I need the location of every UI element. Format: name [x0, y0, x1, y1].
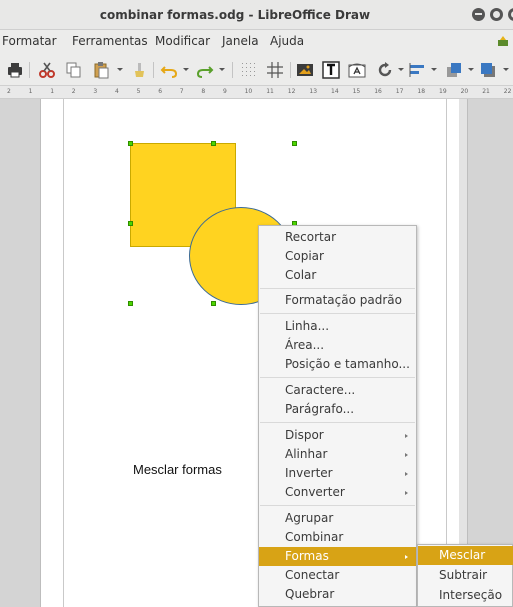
- undo-icon[interactable]: [160, 61, 178, 79]
- ctx-item-inverter-label: Inverter: [285, 466, 333, 480]
- submenu-item-subtrair[interactable]: Subtrair: [418, 566, 513, 585]
- ctx-item-converter-label: Converter: [285, 485, 345, 499]
- ctx-item-recortar[interactable]: Recortar: [259, 228, 416, 247]
- canvas-caption-text[interactable]: Mesclar formas: [133, 462, 222, 477]
- maximize-button[interactable]: [490, 8, 503, 21]
- horizontal-ruler[interactable]: 2 1 1 2 3 4 5 6 7 8 9 10 11 12 13 14 15 16 17 18 19 20 21 22: [0, 86, 513, 99]
- submenu-arrow-icon: [405, 434, 408, 438]
- document-modified-icon[interactable]: [497, 35, 509, 47]
- shadow-icon[interactable]: [479, 61, 497, 79]
- ruler-tick-label: 2: [71, 88, 76, 95]
- ruler-tick-label: 19: [439, 88, 447, 95]
- ctx-item-converter[interactable]: Converter: [259, 483, 416, 502]
- menu-janela[interactable]: Janela: [222, 34, 259, 48]
- ctx-item-agrupar[interactable]: Agrupar: [259, 509, 416, 528]
- ctx-item-dispor[interactable]: Dispor: [259, 426, 416, 445]
- transformations-icon[interactable]: [376, 61, 394, 79]
- ctx-item-formas-label: Formas: [285, 549, 329, 563]
- close-button[interactable]: [508, 8, 513, 21]
- selection-handle-middle-left[interactable]: [128, 221, 133, 226]
- ruler-tick-label: 3: [93, 88, 98, 95]
- ruler-tick-label: 1: [28, 88, 33, 95]
- ruler-tick-label: 13: [309, 88, 318, 95]
- page-edge: [459, 99, 467, 607]
- ruler-tick-label: 5: [136, 88, 141, 95]
- menu-bar: Formatar Ferramentas Modificar Janela Aj…: [0, 30, 513, 54]
- ctx-item-posicao-tamanho[interactable]: Posição e tamanho...: [259, 355, 416, 374]
- ruler-tick-label: 11: [266, 88, 274, 95]
- paste-icon[interactable]: [92, 61, 110, 79]
- helplines-icon[interactable]: [266, 61, 284, 79]
- ruler-tick-label: 20: [460, 88, 469, 95]
- ruler-tick-label: 21: [482, 88, 490, 95]
- minimize-button[interactable]: [472, 8, 485, 21]
- window-title: combinar formas.odg - LibreOffice Draw: [99, 8, 371, 22]
- ruler-tick-label: 22: [503, 88, 512, 95]
- ruler-tick-label: 16: [374, 88, 382, 95]
- image-icon[interactable]: [296, 61, 314, 79]
- ctx-item-combinar[interactable]: Combinar: [259, 528, 416, 547]
- ctx-item-alinhar[interactable]: Alinhar: [259, 445, 416, 464]
- drawing-workspace[interactable]: Mesclar formas: [0, 99, 513, 607]
- selection-handle-top-right[interactable]: [292, 141, 297, 146]
- submenu-arrow-icon: [405, 491, 408, 495]
- selection-handle-top-center[interactable]: [211, 141, 216, 146]
- ctx-item-inverter[interactable]: Inverter: [259, 464, 416, 483]
- selection-handle-top-left[interactable]: [128, 141, 133, 146]
- copy-icon[interactable]: [64, 61, 82, 79]
- fontwork-icon[interactable]: [348, 61, 366, 79]
- ctx-item-dispor-label: Dispor: [285, 428, 324, 442]
- ruler-tick-label: 4: [115, 88, 119, 95]
- clone-formatting-icon[interactable]: [130, 61, 148, 79]
- ruler-tick-label: 15: [352, 88, 361, 95]
- ruler-tick-label: 8: [201, 88, 206, 95]
- ctx-item-paragrafo[interactable]: Parágrafo...: [259, 400, 416, 419]
- ctx-item-copiar[interactable]: Copiar: [259, 247, 416, 266]
- ruler-tick-label: 10: [244, 88, 253, 95]
- ruler-tick-label: 12: [287, 88, 296, 95]
- formas-submenu: Mesclar Subtrair Interseção: [417, 544, 513, 607]
- selection-handle-bottom-left[interactable]: [128, 301, 133, 306]
- submenu-arrow-icon: [405, 453, 408, 457]
- ruler-tick-label: 7: [179, 88, 184, 95]
- ruler-tick-label: 2: [7, 88, 11, 95]
- grid-icon[interactable]: [240, 61, 258, 79]
- cut-icon[interactable]: [38, 61, 56, 79]
- selection-handle-bottom-center[interactable]: [211, 301, 216, 306]
- print-icon[interactable]: [6, 61, 24, 79]
- submenu-arrow-icon: [405, 555, 408, 559]
- redo-icon[interactable]: [196, 61, 214, 79]
- arrange-icon[interactable]: [445, 61, 463, 79]
- menu-modificar[interactable]: Modificar: [155, 34, 210, 48]
- ruler-tick-label: 9: [223, 88, 227, 95]
- ctx-item-quebrar[interactable]: Quebrar: [259, 585, 416, 604]
- submenu-item-mesclar[interactable]: Mesclar: [418, 546, 513, 565]
- ctx-item-colar[interactable]: Colar: [259, 266, 416, 285]
- ruler-tick-label: 18: [417, 88, 426, 95]
- context-menu: Recortar Copiar Colar Formatação padrão …: [258, 225, 417, 607]
- submenu-item-intersecao[interactable]: Interseção: [418, 586, 513, 605]
- menu-ajuda[interactable]: Ajuda: [270, 34, 304, 48]
- ctx-item-alinhar-label: Alinhar: [285, 447, 328, 461]
- ruler-tick-label: 17: [395, 88, 404, 95]
- ctx-item-area[interactable]: Área...: [259, 336, 416, 355]
- menu-ferramentas[interactable]: Ferramentas: [72, 34, 148, 48]
- title-bar: combinar formas.odg - LibreOffice Draw: [0, 0, 513, 30]
- ruler-tick-label: 6: [158, 88, 163, 95]
- ruler-tick-label: 14: [331, 88, 339, 95]
- menu-formatar[interactable]: Formatar: [2, 34, 57, 48]
- submenu-arrow-icon: [405, 472, 408, 476]
- ctx-item-linha[interactable]: Linha...: [259, 317, 416, 336]
- ctx-item-caractere[interactable]: Caractere...: [259, 381, 416, 400]
- ctx-item-conectar[interactable]: Conectar: [259, 566, 416, 585]
- text-box-icon[interactable]: [322, 61, 340, 79]
- ctx-item-formas[interactable]: Formas: [259, 547, 416, 566]
- ctx-item-formatacao-padrao[interactable]: Formatação padrão: [259, 291, 416, 310]
- align-objects-icon[interactable]: [408, 61, 426, 79]
- ruler-tick-label: 1: [50, 88, 55, 95]
- standard-toolbar: [0, 54, 513, 86]
